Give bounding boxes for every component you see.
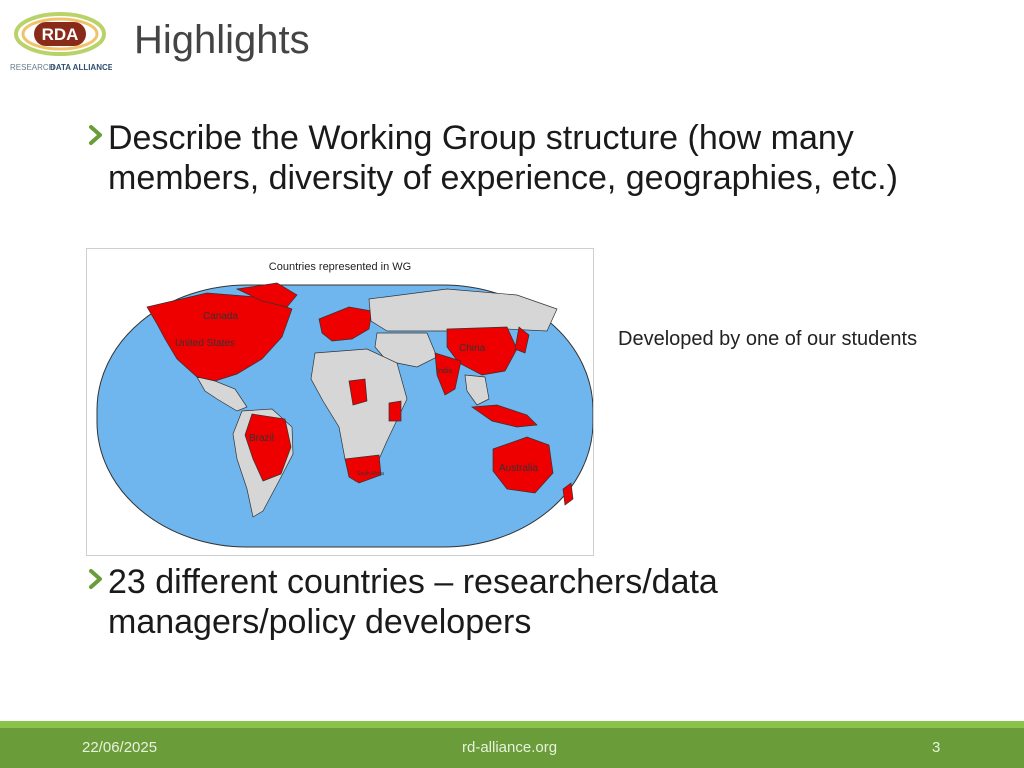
- rda-logo: RDA RESEARCH DATA ALLIANCE: [8, 10, 112, 74]
- slide-title: Highlights: [134, 18, 310, 63]
- bullet-2: 23 different countries – researchers/dat…: [86, 562, 846, 642]
- footer-date: 22/06/2025: [82, 739, 157, 756]
- footer: 22/06/2025 rd-alliance.org 3: [0, 728, 1024, 768]
- label-canada: Canada: [203, 311, 238, 322]
- chevron-right-icon: [86, 564, 106, 594]
- russia-shape: [369, 289, 557, 331]
- bullet-1-text: Describe the Working Group structure (ho…: [86, 118, 946, 198]
- chevron-right-icon: [86, 120, 106, 150]
- bullet-2-text: 23 different countries – researchers/dat…: [86, 562, 846, 642]
- label-united-states: United States: [175, 338, 235, 349]
- footer-page-number: 3: [932, 739, 940, 756]
- footer-accent-bar: [0, 721, 1024, 728]
- world-map-figure: Countries represented in WG Canada Unite…: [86, 248, 594, 556]
- label-brazil: Brazil: [249, 433, 274, 444]
- world-map: Countries represented in WG Canada Unite…: [87, 249, 593, 555]
- label-india: India: [437, 368, 452, 375]
- logo-subtitle-2: DATA ALLIANCE: [50, 63, 112, 72]
- footer-url: rd-alliance.org: [462, 739, 557, 756]
- figure-caption: Developed by one of our students: [618, 328, 917, 351]
- logo-subtitle-1: RESEARCH: [10, 63, 55, 72]
- kenya-shape: [389, 401, 401, 421]
- label-south-africa: South Africa: [357, 471, 384, 477]
- label-china: China: [459, 343, 486, 354]
- logo-text: RDA: [42, 25, 79, 44]
- label-australia: Australia: [499, 463, 538, 474]
- map-title: Countries represented in WG: [269, 261, 411, 273]
- bullet-1: Describe the Working Group structure (ho…: [86, 118, 946, 198]
